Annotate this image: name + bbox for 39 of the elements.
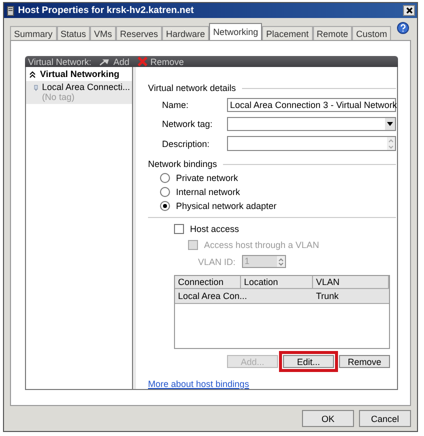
table-cell: Trunk	[316, 291, 339, 301]
column-header[interactable]: Connection	[175, 276, 241, 289]
tab[interactable]: Hardware	[162, 26, 210, 40]
help-link[interactable]: More about host bindings	[148, 379, 250, 389]
group-heading: Network bindings	[148, 159, 218, 169]
group-heading: Virtual network details	[148, 83, 236, 93]
table-row[interactable]: Local Area Con... Trunk	[175, 289, 389, 304]
vlan-id-label: VLAN ID:	[198, 256, 236, 266]
dialog-button[interactable]: OK	[302, 410, 354, 427]
tree-item[interactable]: Local Area Connecti... (No tag)	[26, 81, 132, 104]
add-button[interactable]: Add	[99, 56, 130, 66]
tree-header: Virtual Networking	[40, 69, 120, 79]
host-access-checkbox[interactable]: Host access	[174, 224, 396, 234]
radio-option[interactable]: Private network	[148, 173, 396, 183]
binding-button[interactable]: Edit...	[283, 355, 334, 368]
tab[interactable]: VMs	[90, 26, 116, 40]
toolbar-label: Virtual Network:	[28, 56, 92, 66]
dialog-button[interactable]: Cancel	[359, 410, 411, 427]
field-label: Name:	[162, 100, 190, 110]
tab[interactable]: Reserves	[116, 26, 162, 40]
tree-item-tag: (No tag)	[42, 92, 130, 102]
tab[interactable]: Networking	[209, 23, 262, 40]
tab[interactable]: Custom	[352, 26, 392, 40]
binding-button[interactable]: Remove	[339, 355, 390, 368]
field-label: Network tag:	[162, 119, 214, 129]
tab[interactable]: Status	[56, 26, 90, 40]
name-field[interactable]: Local Area Connection 3 - Virtual Network	[227, 98, 396, 112]
tree-item-label: Local Area Connecti...	[42, 82, 130, 92]
tab[interactable]: Remote	[312, 26, 352, 40]
remove-button[interactable]: Remove	[137, 56, 184, 67]
column-header[interactable]: Location	[241, 276, 313, 289]
column-header[interactable]: VLAN	[313, 276, 389, 289]
window-title: Host Properties for krsk-hv2.katren.net	[18, 5, 194, 16]
radio-option[interactable]: Physical network adapter	[148, 201, 396, 211]
radio-option[interactable]: Internal network	[148, 187, 396, 197]
tab[interactable]: Placement	[262, 26, 313, 40]
field-label: Description:	[162, 138, 211, 148]
tab[interactable]: Summary	[10, 26, 57, 40]
table-cell: Local Area Con...	[178, 291, 248, 301]
